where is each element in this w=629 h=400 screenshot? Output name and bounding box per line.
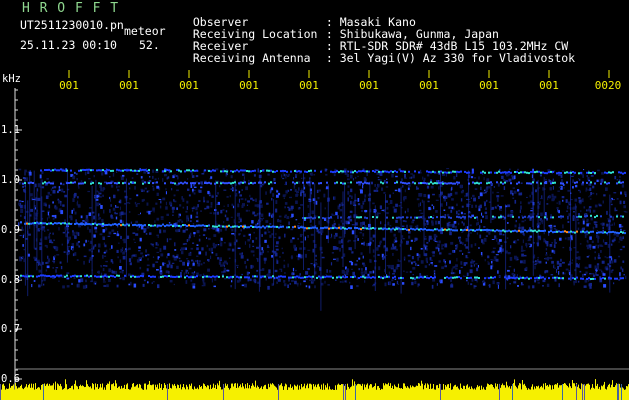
time-tick-label: 001 (299, 79, 319, 92)
y-tick-label: 0.7 (1, 323, 20, 335)
y-tick-label: 0.6 (1, 373, 20, 385)
time-tick-label: 001 (419, 79, 439, 92)
time-tick-label: 001 (539, 79, 559, 92)
time-tick-label: 001 (359, 79, 379, 92)
app-brand: H R O F F T (22, 1, 120, 16)
time-tick-label: 001 (479, 79, 499, 92)
y-tick-label: 1.1 (1, 124, 20, 136)
file-name: UT2511230010.pn (20, 18, 124, 32)
date-time: 25.11.23 00:10 (20, 38, 117, 52)
time-tick-label: 001 (59, 79, 79, 92)
meta-value: : 3el Yagi(V) Az 330 for Vladivostok (325, 50, 576, 65)
time-tick-label: 001 (239, 79, 259, 92)
y-axis-unit: kHz (2, 73, 21, 85)
amplitude-footer (0, 379, 629, 400)
y-tick-label: 1.0 (1, 174, 20, 186)
time-tick-label: 0020 (594, 79, 622, 92)
y-tick-label: 0.8 (1, 274, 20, 286)
time-tick-label: 001 (179, 79, 199, 92)
meta-label: Receiving Antenna (192, 50, 311, 65)
meta-antenna: Receiving Antenna : 3el Yagi(V) Az 330 fo… (179, 41, 575, 64)
time-tick-label: 001 (119, 79, 139, 92)
meteor-count: 52. (139, 38, 160, 52)
spectrogram-noise (18, 168, 628, 311)
detection-tag: meteor (124, 24, 166, 38)
y-tick-label: 0.9 (1, 224, 20, 236)
